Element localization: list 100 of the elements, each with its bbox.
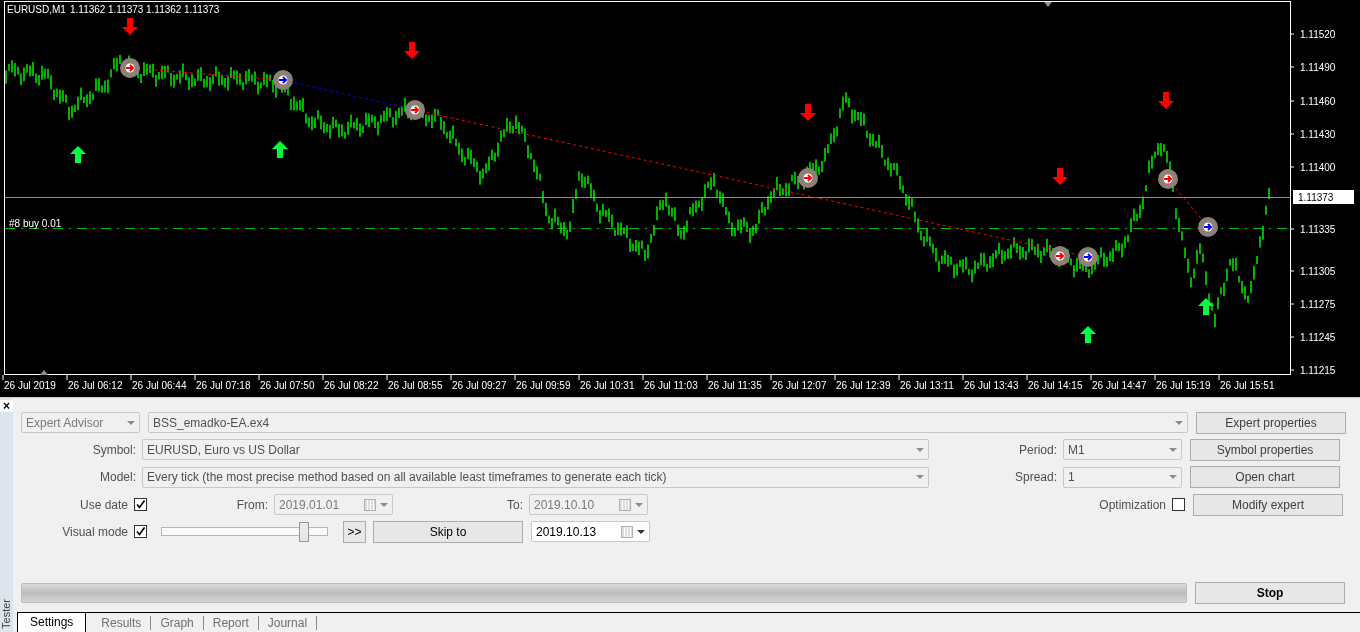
panel-title: Tester xyxy=(0,599,13,629)
model-dropdown[interactable]: Every tick (the most precise method based on all available least timeframes to generate each tick) xyxy=(142,466,929,488)
caret-icon xyxy=(380,502,388,507)
calendar-icon xyxy=(621,525,633,538)
calendar-icon xyxy=(364,498,376,511)
time-axis-label: 26 Jul 12:07 xyxy=(772,380,827,391)
model-label: Model: xyxy=(98,470,137,485)
symbol-properties-button[interactable]: Symbol properties xyxy=(1190,439,1340,461)
spread-dropdown[interactable]: 1 xyxy=(1063,466,1182,488)
tab[interactable]: Graph xyxy=(151,615,204,630)
price-axis-label: 1.11460 xyxy=(1300,96,1336,107)
time-axis-label: 26 Jul 13:11 xyxy=(900,380,954,391)
trade-marker-icon xyxy=(1198,217,1218,237)
trade-marker-icon xyxy=(798,168,818,188)
trade-marker-icon xyxy=(1158,169,1178,189)
optimization-checkbox[interactable] xyxy=(1172,498,1185,512)
use-date-label: Use date xyxy=(78,497,129,512)
caret-icon xyxy=(916,448,924,452)
price-axis-label: 1.11245 xyxy=(1300,332,1336,343)
from-label: From: xyxy=(235,497,269,512)
time-axis-label: 26 Jul 08:22 xyxy=(324,380,379,391)
price-quote: 1.11373 xyxy=(108,4,144,15)
price-axis-label: 1.11275 xyxy=(1300,299,1336,310)
modify-expert-button[interactable]: Modify expert xyxy=(1193,493,1343,516)
from-date-field[interactable]: 2019.01.01 xyxy=(274,494,393,516)
current-price-tag: 1.11373 xyxy=(1293,190,1354,204)
calendar-icon xyxy=(619,498,631,511)
trade-marker-icon xyxy=(1078,247,1098,267)
caret-icon xyxy=(916,475,924,480)
price-quote: 1.11373 xyxy=(184,4,220,15)
up-arrow-icon xyxy=(1198,298,1214,315)
symbol-label: Symbol: xyxy=(91,443,137,457)
period-dropdown[interactable]: M1 xyxy=(1063,439,1182,461)
caret-icon xyxy=(637,529,645,534)
time-axis-label: 26 Jul 11:03 xyxy=(644,380,698,391)
tab[interactable]: Journal xyxy=(258,615,318,630)
scroll-marker-icon xyxy=(1044,2,1052,7)
skip-date-field[interactable]: 2019.10.13 xyxy=(531,521,650,543)
time-axis-label: 26 Jul 15:51 xyxy=(1220,380,1275,391)
tab[interactable]: Report xyxy=(203,615,259,630)
price-quote: 1.11362 xyxy=(146,4,182,15)
up-arrow-icon xyxy=(1080,326,1096,343)
fast-forward-button[interactable]: >> xyxy=(343,520,366,543)
down-arrow-icon xyxy=(800,104,816,121)
time-axis-label: 26 Jul 2019 xyxy=(4,380,56,391)
price-quote: 1.11362 xyxy=(70,4,106,15)
down-arrow-icon xyxy=(1052,168,1068,185)
time-axis-label: 26 Jul 09:27 xyxy=(452,380,507,391)
speed-slider-thumb[interactable] xyxy=(298,522,309,543)
symbol-dropdown[interactable]: EURUSD, Euro vs US Dollar xyxy=(142,439,929,461)
skip-to-button[interactable]: Skip to xyxy=(373,520,523,543)
open-chart-button[interactable]: Open chart xyxy=(1190,466,1340,489)
caret-icon xyxy=(1169,475,1177,480)
order-label: #8 buy 0.01 xyxy=(9,218,62,229)
optimization-label: Optimization xyxy=(1098,497,1167,512)
time-axis-label: 26 Jul 06:44 xyxy=(132,380,187,391)
price-axis-label: 1.11305 xyxy=(1300,266,1336,277)
price-axis-label: 1.11490 xyxy=(1300,62,1336,73)
time-axis-label: 26 Jul 12:39 xyxy=(836,380,891,391)
expert-properties-button[interactable]: Expert properties xyxy=(1196,411,1346,434)
use-date-checkbox[interactable] xyxy=(134,498,147,512)
trade-marker-icon xyxy=(405,100,425,120)
price-axis-label: 1.11400 xyxy=(1300,162,1336,173)
up-arrow-icon xyxy=(272,141,288,158)
caret-icon xyxy=(635,502,643,507)
down-arrow-icon xyxy=(1158,92,1174,109)
expert-type-dropdown[interactable]: Expert Advisor xyxy=(21,412,140,434)
time-axis-label: 26 Jul 13:43 xyxy=(964,380,1019,391)
tab[interactable]: Results xyxy=(92,615,152,630)
period-label: Period: xyxy=(1017,443,1058,457)
to-label: To: xyxy=(506,497,524,512)
time-axis-label: 26 Jul 11:35 xyxy=(708,380,762,391)
price-axis-label: 1.11215 xyxy=(1300,365,1336,376)
to-date-field[interactable]: 2019.10.10 xyxy=(529,494,648,516)
time-axis-label: 26 Jul 14:15 xyxy=(1028,380,1083,391)
caret-icon xyxy=(1175,420,1183,425)
tab[interactable]: Settings xyxy=(17,612,87,632)
time-axis-label: 26 Jul 15:19 xyxy=(1156,380,1211,391)
time-axis-label: 26 Jul 07:18 xyxy=(196,380,251,391)
time-axis-label: 26 Jul 06:12 xyxy=(68,380,123,391)
trade-marker-icon xyxy=(120,58,140,78)
caret-icon xyxy=(127,420,135,425)
stop-button[interactable]: Stop xyxy=(1195,582,1345,605)
caret-icon xyxy=(1169,448,1177,452)
spread-label: Spread: xyxy=(1013,470,1058,485)
time-axis-label: 26 Jul 14:47 xyxy=(1092,380,1147,391)
time-axis-label: 26 Jul 08:55 xyxy=(388,380,443,391)
trade-marker-icon xyxy=(273,70,293,90)
time-axis-label: 26 Jul 07:50 xyxy=(260,380,315,391)
scroll-marker-icon xyxy=(40,370,48,375)
close-button[interactable]: × xyxy=(0,400,13,412)
down-arrow-icon xyxy=(404,42,420,59)
time-axis-label: 26 Jul 10:31 xyxy=(580,380,635,391)
time-axis-label: 26 Jul 09:59 xyxy=(516,380,571,391)
chart-symbol: EURUSD,M1 xyxy=(7,4,66,15)
price-axis-label: 1.11520 xyxy=(1300,29,1336,40)
visual-mode-checkbox[interactable] xyxy=(134,525,147,539)
expert-file-dropdown[interactable]: BSS_emadko-EA.ex4 xyxy=(148,412,1188,434)
trade-marker-icon xyxy=(1050,246,1070,266)
visual-mode-label: Visual mode xyxy=(61,524,129,539)
